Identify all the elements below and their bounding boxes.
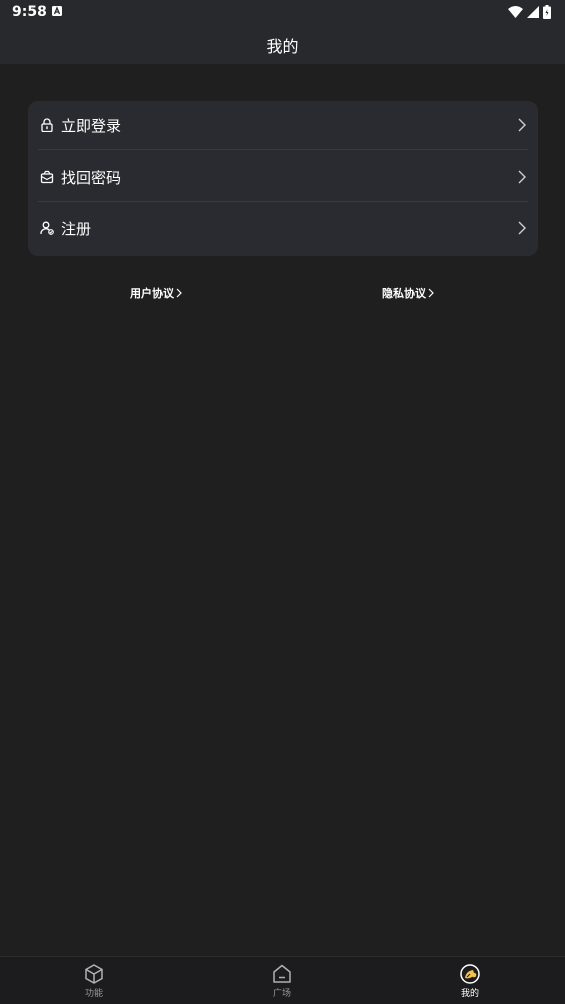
cube-icon	[85, 964, 103, 984]
status-icons	[508, 4, 551, 20]
status-time: 9:58	[12, 4, 47, 20]
recover-password-label: 找回密码	[61, 169, 122, 187]
menu-divider	[38, 149, 528, 150]
account-menu-card: 立即登录 找回密码 注册	[28, 101, 538, 256]
page-title: 我的	[266, 37, 299, 56]
tab-features[interactable]: 功能	[54, 961, 134, 1003]
user-register-icon	[40, 221, 54, 235]
chevron-right-icon	[176, 288, 182, 298]
login-label: 立即登录	[61, 117, 122, 135]
status-bar: 9:58	[0, 0, 565, 24]
register-label: 注册	[61, 220, 92, 238]
profile-icon	[460, 964, 480, 984]
tab-square[interactable]: 广场	[242, 961, 322, 1003]
lock-icon	[41, 118, 53, 132]
bottom-navigation: 功能 广场 我的	[0, 956, 565, 1004]
battery-icon	[543, 5, 551, 19]
tab-mine[interactable]: 我的	[430, 961, 510, 1003]
recover-box-icon	[40, 170, 54, 184]
user-agreement-link[interactable]: 用户协议	[130, 285, 182, 301]
tab-features-label: 功能	[84, 989, 103, 999]
chevron-right-icon	[518, 221, 526, 235]
register-menu-item[interactable]: 注册	[28, 204, 538, 254]
privacy-agreement-link[interactable]: 隐私协议	[382, 285, 434, 301]
tab-square-label: 广场	[272, 989, 291, 999]
signal-icon	[527, 6, 539, 18]
wifi-icon	[508, 6, 523, 18]
home-icon	[273, 964, 291, 983]
chevron-right-icon	[518, 118, 526, 132]
screen: 9:58 我的 立即登录 找回密码 注册 用户协议 隐私协议 功能 广场 我的	[0, 0, 565, 1004]
user-agreement-label: 用户协议	[130, 287, 174, 300]
top-app-bar: 我的	[0, 24, 565, 64]
chevron-right-icon	[518, 170, 526, 184]
privacy-agreement-label: 隐私协议	[382, 287, 426, 300]
login-menu-item[interactable]: 立即登录	[28, 101, 538, 151]
chevron-right-icon	[428, 288, 434, 298]
app-notification-icon	[52, 6, 62, 16]
tab-mine-label: 我的	[460, 989, 479, 999]
menu-divider	[38, 201, 528, 202]
recover-password-menu-item[interactable]: 找回密码	[28, 153, 538, 203]
